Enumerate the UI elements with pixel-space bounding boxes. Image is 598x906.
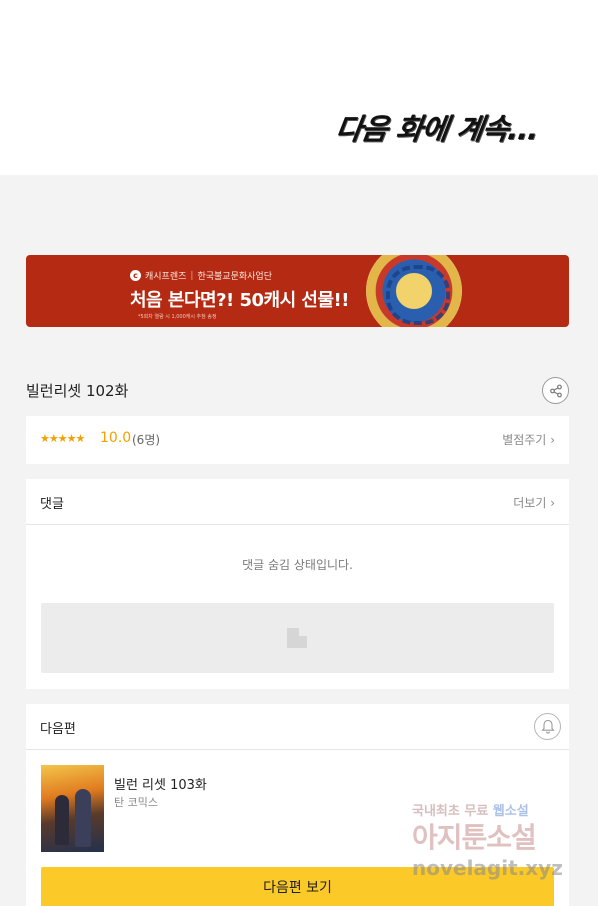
rating-card: ★★★★★ 10.0 (6명) 별점주기 › xyxy=(26,416,569,464)
banner-divider: | xyxy=(190,270,194,281)
next-episode-author: 탄 코믹스 xyxy=(114,796,158,809)
next-episode-card: 다음편 빌런 리셋 103화 탄 코믹스 다음편 보기 xyxy=(26,704,569,906)
banner-brand: 캐시프렌즈 xyxy=(145,272,187,282)
next-episode-title[interactable]: 빌런 리셋 103화 xyxy=(114,774,207,793)
banner-headline: 처음 본다면?! 50캐시 선물!! xyxy=(130,290,349,311)
share-button[interactable] xyxy=(542,377,569,404)
to-be-continued-text: 다음 화에 계속... xyxy=(333,112,541,146)
notify-button[interactable] xyxy=(534,713,561,740)
comments-more-label: 더보기 xyxy=(513,496,547,510)
next-section-title: 다음편 xyxy=(40,722,76,737)
rate-link-label: 별점주기 xyxy=(502,433,547,447)
banner-partner: 한국불교문화사업단 xyxy=(197,272,272,282)
comments-more-link[interactable]: 더보기 › xyxy=(513,494,555,511)
next-header: 다음편 xyxy=(26,704,569,750)
dragon-illustration xyxy=(366,255,462,327)
banner-brand-row: c 캐시프렌즈 | 한국불교문화사업단 xyxy=(130,269,272,282)
chevron-right-icon: › xyxy=(550,496,555,510)
rating-score: 10.0 xyxy=(100,430,132,446)
share-icon xyxy=(549,384,562,397)
comments-title: 댓글 xyxy=(40,497,64,512)
banner-fine-print: *5회차 열람 시 1,000캐시 추첨 송정 xyxy=(138,314,217,320)
rating-count: (6명) xyxy=(132,433,161,447)
rate-link[interactable]: 별점주기 › xyxy=(502,431,555,448)
next-episode-thumbnail[interactable] xyxy=(41,765,104,852)
episode-title: 빌런리셋 102화 xyxy=(26,382,129,400)
cashfriends-logo-icon: c xyxy=(130,270,141,281)
comments-hidden-message: 댓글 숨김 상태입니다. xyxy=(242,558,353,572)
ad-placeholder xyxy=(41,603,554,673)
rating-stars-icon: ★★★★★ xyxy=(40,432,85,445)
bell-icon xyxy=(540,719,555,734)
promo-banner[interactable]: c 캐시프렌즈 | 한국불교문화사업단 처음 본다면?! 50캐시 선물!! *… xyxy=(26,255,569,327)
placeholder-icon xyxy=(287,628,307,648)
comic-last-panel: 다음 화에 계속... xyxy=(0,0,598,175)
next-episode-button[interactable]: 다음편 보기 xyxy=(41,867,554,906)
chevron-right-icon: › xyxy=(550,433,555,447)
comments-card: 댓글 더보기 › 댓글 숨김 상태입니다. xyxy=(26,479,569,689)
comments-header: 댓글 더보기 › xyxy=(26,479,569,525)
